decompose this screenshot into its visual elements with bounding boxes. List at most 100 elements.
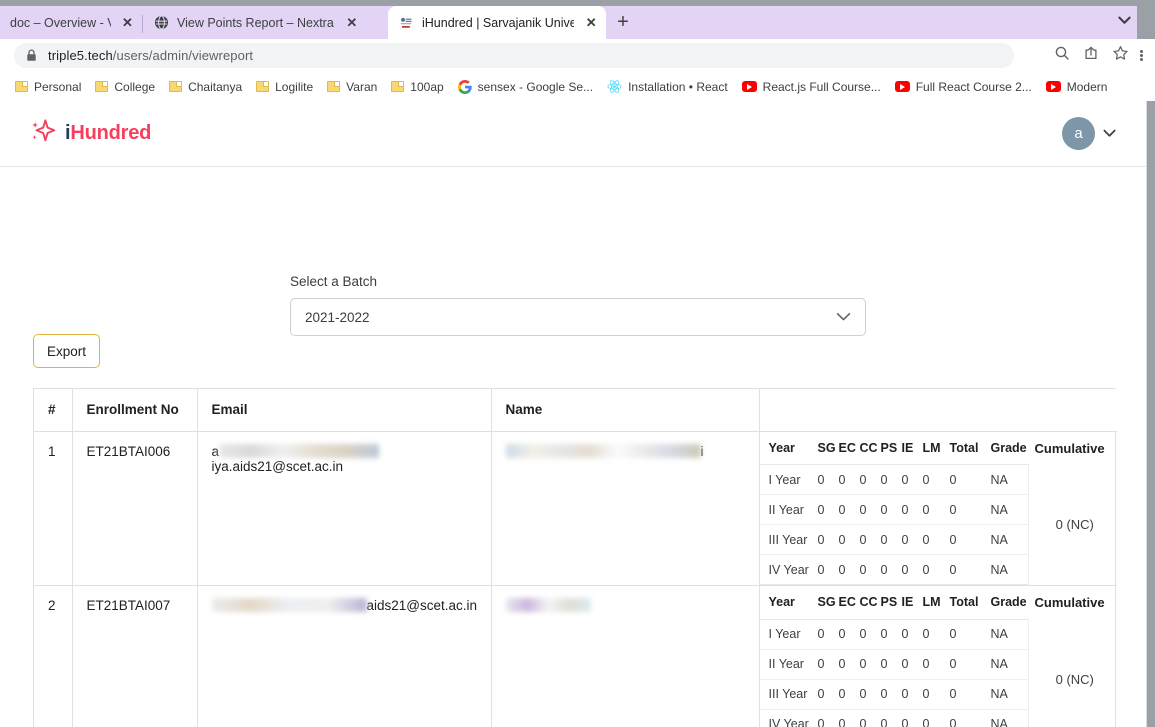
share-icon[interactable]	[1083, 45, 1099, 66]
points-header-row: Year SG EC CC PS IE LM Total Grade Cumul…	[759, 431, 1121, 465]
cell-ec: 0	[838, 524, 860, 555]
bookmark-modern[interactable]: Modern	[1039, 75, 1115, 99]
youtube-icon	[894, 81, 910, 92]
th-total: Total	[943, 586, 985, 620]
th-ps: PS	[880, 431, 902, 465]
report-table-wrap: # Enrollment No Email Name 1 ET21BTAI006	[33, 388, 1121, 727]
email-suffix: aids21@scet.ac.in	[366, 598, 478, 613]
sparkle-icon	[30, 118, 56, 149]
email-prefix: a	[211, 443, 220, 459]
cell-sg: 0	[817, 679, 839, 710]
cell-ie: 0	[901, 494, 923, 525]
points-table: Year SG EC CC PS IE LM Total Grade Cumul…	[759, 586, 1121, 727]
browser-tab-2[interactable]: View Points Report – Nextra ✕	[143, 6, 388, 39]
bookmark-label: Chaitanya	[188, 79, 243, 94]
cell-points-table: Year SG EC CC PS IE LM Total Grade Cumul…	[759, 431, 1121, 586]
th-ie: IE	[901, 586, 923, 620]
cell-cc: 0	[859, 619, 881, 650]
cell-email: aiya.aids21@scet.ac.in	[197, 431, 492, 586]
report-table-head: # Enrollment No Email Name	[34, 389, 1117, 432]
app-header: iHundred a	[0, 101, 1146, 167]
browser-tab-2-close-icon[interactable]: ✕	[344, 15, 360, 31]
cell-ie: 0	[901, 554, 923, 585]
bookmark-sensex[interactable]: sensex - Google Se...	[451, 75, 600, 99]
bookmark-100ap[interactable]: 100ap	[384, 75, 450, 99]
folder-icon	[169, 81, 183, 92]
cell-ie: 0	[901, 619, 923, 650]
points-table-head: Year SG EC CC PS IE LM Total Grade Cumul…	[759, 586, 1121, 620]
cell-index: 1	[34, 431, 73, 586]
user-menu[interactable]: a	[1062, 117, 1116, 150]
youtube-icon	[741, 81, 757, 92]
th-lm: LM	[922, 431, 944, 465]
bookmark-personal[interactable]: Personal	[8, 75, 88, 99]
cell-cumulative: 0 (NC)	[1028, 464, 1121, 585]
bookmarks-bar: Personal College Chaitanya Logilite Vara…	[0, 72, 1155, 101]
cell-ps: 0	[880, 649, 902, 680]
redacted-block	[219, 443, 380, 458]
cell-grade: NA	[984, 649, 1029, 680]
bookmark-full-react-course[interactable]: Full React Course 2...	[888, 75, 1039, 99]
kebab-menu-icon[interactable]	[1133, 39, 1149, 72]
bookmark-chaitanya[interactable]: Chaitanya	[162, 75, 249, 99]
cell-ec: 0	[838, 649, 860, 680]
browser-tab-3-active[interactable]: iHundred | Sarvajanik University ✕	[388, 6, 606, 39]
app-logo[interactable]: iHundred	[30, 118, 151, 149]
cell-ie: 0	[901, 679, 923, 710]
bookmark-label: Modern	[1066, 79, 1108, 94]
cell-total: 0	[943, 619, 985, 650]
bookmark-college[interactable]: College	[88, 75, 162, 99]
cell-year: II Year	[759, 649, 818, 680]
export-button[interactable]: Export	[33, 334, 100, 368]
cell-lm: 0	[922, 554, 944, 585]
cell-lm: 0	[922, 709, 944, 727]
redacted-block	[211, 598, 367, 612]
window-right-edge	[1147, 101, 1155, 727]
folder-icon	[256, 81, 270, 92]
cell-year: III Year	[759, 679, 818, 710]
browser-tab-1[interactable]: doc – Overview - Verc ✕	[0, 6, 142, 39]
cell-cc: 0	[859, 464, 881, 495]
avatar[interactable]: a	[1062, 117, 1095, 150]
bookmark-label: Logilite	[275, 79, 314, 94]
cell-grade: NA	[984, 494, 1029, 525]
bookmark-label: React.js Full Course...	[762, 79, 881, 94]
bookmark-label: 100ap	[410, 79, 444, 94]
cell-name: i	[491, 431, 760, 586]
folder-icon	[95, 81, 109, 92]
table-row[interactable]: 2 ET21BTAI007 aids21@scet.ac.in Year SG	[34, 585, 1121, 727]
cell-ie: 0	[901, 649, 923, 680]
redacted-block	[505, 443, 701, 458]
lock-icon	[26, 49, 37, 62]
cell-total: 0	[943, 649, 985, 680]
cell-email: aids21@scet.ac.in	[197, 585, 492, 727]
bookmark-varan[interactable]: Varan	[320, 75, 384, 99]
report-table: # Enrollment No Email Name 1 ET21BTAI006	[34, 389, 1121, 727]
batch-select-label: Select a Batch	[290, 274, 378, 289]
cell-sg: 0	[817, 464, 839, 495]
cell-cc: 0	[859, 649, 881, 680]
bookmark-reactjs-full-course[interactable]: React.js Full Course...	[735, 75, 888, 99]
new-tab-button[interactable]: +	[606, 6, 640, 39]
batch-select[interactable]: 2021-2022	[290, 298, 866, 336]
browser-tab-1-close-icon[interactable]: ✕	[121, 15, 134, 31]
cell-ps: 0	[880, 464, 902, 495]
table-row[interactable]: 1 ET21BTAI006 aiya.aids21@scet.ac.in i Y…	[34, 431, 1121, 586]
table-header-row: # Enrollment No Email Name	[34, 389, 1117, 432]
search-icon[interactable]	[1054, 45, 1070, 66]
browser-tab-1-title: doc – Overview - Verc	[10, 15, 111, 30]
browser-tab-3-close-icon[interactable]: ✕	[584, 15, 598, 31]
th-cumulative: Cumulative	[1034, 440, 1105, 456]
th-name: Name	[491, 389, 760, 432]
address-bar-url: triple5.tech/users/admin/viewreport	[48, 48, 253, 63]
chevron-down-icon[interactable]	[836, 312, 851, 322]
bookmark-react-installation[interactable]: Installation • React	[600, 75, 735, 99]
ihundred-icon	[398, 15, 414, 31]
tab-search-chevron-down-icon[interactable]	[1111, 9, 1137, 31]
points-row: I Year 0 0 0 0 0 0 0 NA 0 (NC)	[759, 464, 1121, 585]
cell-lm: 0	[922, 464, 944, 495]
bookmark-logilite[interactable]: Logilite	[249, 75, 320, 99]
address-bar[interactable]: triple5.tech/users/admin/viewreport	[14, 43, 1014, 68]
bookmark-star-icon[interactable]	[1112, 45, 1129, 67]
chevron-down-icon[interactable]	[1103, 125, 1116, 143]
